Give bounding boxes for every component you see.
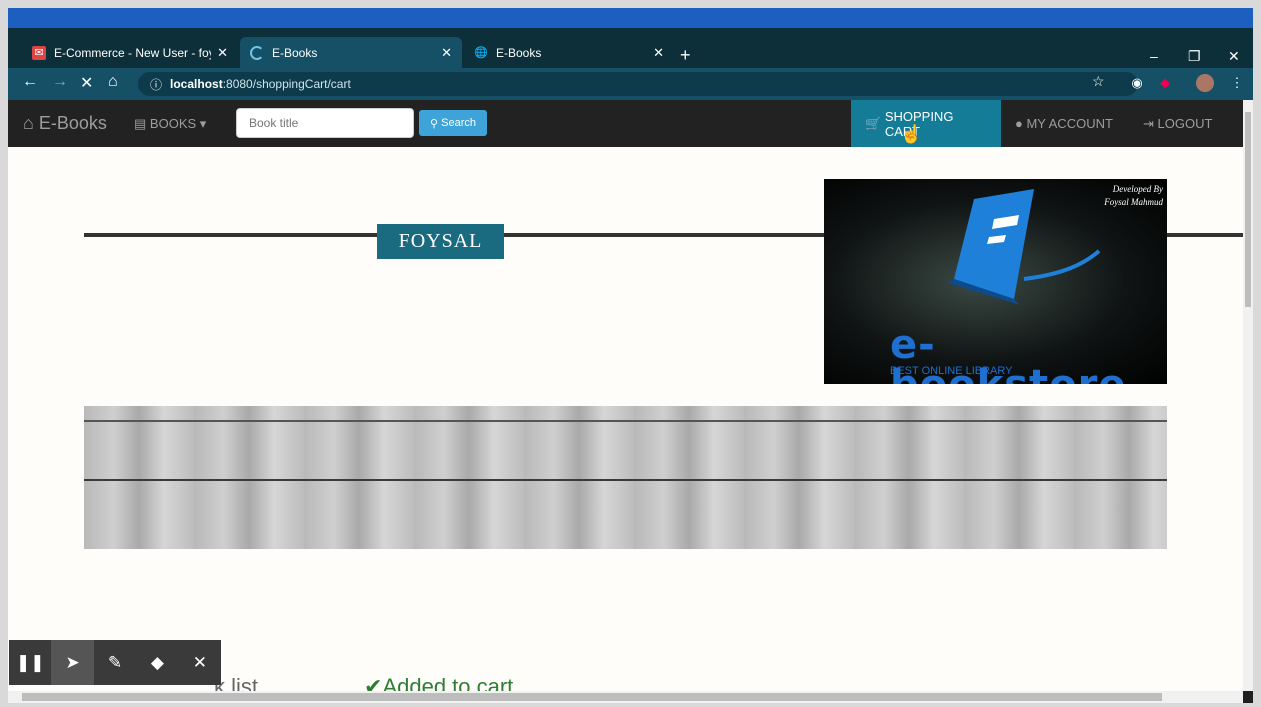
tab-ebooks[interactable]: 🌐 E-Books ✕ <box>464 37 674 68</box>
logout-icon: ⇥ <box>1143 115 1158 131</box>
extension-icon[interactable]: ◆ <box>1156 74 1174 92</box>
caret-down-icon: ▾ <box>199 116 207 131</box>
close-icon[interactable]: ✕ <box>653 45 664 61</box>
site-navbar: ⌂ E-Books ▤ BOOKS ▾ ⚲ Search 🛒 SHOPPING … <box>8 100 1243 147</box>
my-account-label: MY ACCOUNT <box>1026 116 1113 131</box>
annotation-toolbar: ❚❚ ➤ ✎ ◆ ✕ <box>9 640 221 685</box>
scroll-thumb[interactable] <box>22 693 1162 701</box>
search-icon: ⚲ <box>430 117 442 130</box>
pen-icon[interactable]: ✎ <box>94 640 136 685</box>
scroll-thumb[interactable] <box>1245 112 1251 307</box>
logo-subtitle: BEST ONLINE LIBRARY <box>890 365 1013 377</box>
close-window-icon[interactable]: ✕ <box>1228 48 1240 65</box>
info-icon: ⓘ <box>150 77 163 92</box>
avatar[interactable] <box>1196 74 1214 92</box>
tab-bar: ✉ E-Commerce - New User - foysal ✕ E-Boo… <box>8 28 1253 68</box>
my-account-link[interactable]: ● MY ACCOUNT <box>1001 100 1127 147</box>
eraser-icon[interactable]: ◆ <box>136 640 178 685</box>
close-icon[interactable]: ✕ <box>179 640 221 685</box>
back-icon[interactable]: ← <box>22 73 38 91</box>
home-icon[interactable]: ⌂ <box>108 73 118 91</box>
search-label: Search <box>441 117 476 129</box>
close-icon[interactable]: ✕ <box>441 45 452 61</box>
logout-link[interactable]: ⇥ LOGOUT <box>1129 100 1226 147</box>
tab-ecommerce[interactable]: ✉ E-Commerce - New User - foysal ✕ <box>22 37 238 68</box>
book-icon <box>948 189 1101 305</box>
vertical-scrollbar[interactable] <box>1243 100 1253 691</box>
page-viewport: ⌂ E-Books ▤ BOOKS ▾ ⚲ Search 🛒 SHOPPING … <box>8 100 1243 691</box>
minimize-icon[interactable]: – <box>1150 48 1158 64</box>
books-label: BOOKS <box>149 116 197 131</box>
pause-icon[interactable]: ❚❚ <box>9 640 51 685</box>
brand-label: E-Books <box>38 113 107 133</box>
browser-window: ✉ E-Commerce - New User - foysal ✕ E-Boo… <box>8 8 1253 703</box>
extension-icon[interactable]: ◉ <box>1128 74 1146 92</box>
user-icon: ● <box>1015 116 1027 131</box>
close-icon[interactable]: ✕ <box>217 45 228 61</box>
tab-title: E-Commerce - New User - foysal <box>54 45 211 60</box>
title-strip <box>8 8 1253 28</box>
url-field[interactable]: ⓘ localhost :8080/shoppingCart/cart <box>138 72 1138 96</box>
mail-icon: ✉ <box>32 45 46 60</box>
star-icon[interactable]: ☆ <box>1092 73 1105 90</box>
check-icon: ✔ <box>364 674 383 691</box>
horizontal-scrollbar[interactable] <box>8 691 1243 703</box>
added-to-cart-message: ✔Added to cart <box>364 674 513 691</box>
globe-icon: 🌐 <box>474 47 488 59</box>
brand-link[interactable]: ⌂ E-Books <box>23 113 107 134</box>
home-icon: ⌂ <box>23 113 34 133</box>
shopping-cart-link[interactable]: 🛒 SHOPPING CART <box>851 100 1001 147</box>
tab-ebooks-active[interactable]: E-Books ✕ <box>240 37 462 68</box>
new-tab-icon[interactable]: + <box>680 45 691 66</box>
address-bar: ← → ✕ ⌂ ⓘ localhost :8080/shoppingCart/c… <box>8 68 1253 100</box>
loading-icon <box>250 45 264 60</box>
menu-icon[interactable]: ⋮ <box>1228 74 1246 92</box>
search-button[interactable]: ⚲ Search <box>419 110 487 136</box>
pointer-icon[interactable]: ➤ <box>51 640 94 685</box>
tab-title: E-Books <box>496 45 542 60</box>
books-dropdown[interactable]: ▤ BOOKS ▾ <box>134 116 206 132</box>
tab-title: E-Books <box>272 45 318 60</box>
search-input[interactable] <box>236 108 414 138</box>
user-name-badge: FOYSAL <box>377 224 504 259</box>
stop-icon[interactable]: ✕ <box>80 73 93 93</box>
book-icon: ▤ <box>134 116 147 131</box>
cart-icon: 🛒 <box>865 115 885 131</box>
wood-banner <box>84 406 1167 549</box>
forward-icon[interactable]: → <box>52 73 68 91</box>
url-path: :8080/shoppingCart/cart <box>222 77 351 91</box>
added-label: Added to cart <box>382 674 514 691</box>
ebookstore-logo: Developed By Foysal Mahmud e-bookstore B… <box>824 179 1167 384</box>
hand-cursor-icon: ☝ <box>900 124 923 144</box>
restore-icon[interactable]: ❐ <box>1188 48 1201 65</box>
url-host: localhost <box>170 77 223 91</box>
logout-label: LOGOUT <box>1157 116 1213 131</box>
